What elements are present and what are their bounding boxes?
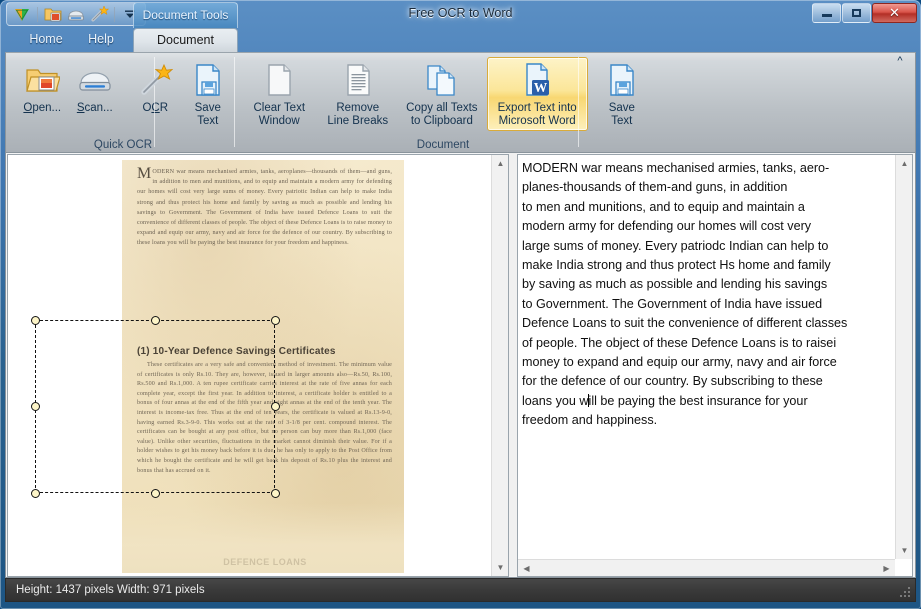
scan-button-label: Scan... bbox=[70, 102, 121, 115]
ocr-text-content[interactable]: MODERN war means mechanised armies, tank… bbox=[522, 159, 894, 558]
text-scroll-left-arrow[interactable]: ◀ bbox=[518, 560, 535, 577]
ocr-text-output[interactable]: MODERN war means mechanised armies, tank… bbox=[517, 154, 913, 577]
selection-handle-bottom-center[interactable] bbox=[151, 489, 160, 498]
image-scroll-down-arrow[interactable]: ▼ bbox=[492, 559, 509, 576]
ocr-button-label: OCR bbox=[130, 102, 181, 115]
selection-handle-top-left[interactable] bbox=[31, 316, 40, 325]
ocr-button[interactable]: OCR bbox=[129, 57, 182, 129]
selection-handle-middle-left[interactable] bbox=[31, 402, 40, 411]
collapse-ribbon-icon[interactable]: ^ bbox=[891, 54, 909, 70]
text-scroll-down-arrow[interactable]: ▼ bbox=[896, 542, 913, 559]
remove-line-breaks-button[interactable]: RemoveLine Breaks bbox=[319, 57, 398, 129]
copy-pages-icon bbox=[424, 62, 460, 98]
scanned-document-preview[interactable]: MODERN war means mechanised armies, tank… bbox=[7, 154, 509, 577]
ribbon-group-label-quick-ocr: Quick OCR bbox=[12, 139, 234, 151]
group-divider-main bbox=[234, 57, 235, 147]
save-text-button-2[interactable]: SaveText bbox=[596, 57, 648, 129]
word-export-icon: W bbox=[519, 62, 555, 98]
maximize-button[interactable] bbox=[842, 3, 871, 23]
minimize-button[interactable] bbox=[812, 3, 841, 23]
selection-handle-middle-right[interactable] bbox=[271, 402, 280, 411]
ribbon-group-quick-ocr: Open... Scan... bbox=[12, 53, 234, 153]
text-horizontal-scrollbar[interactable]: ◀ ▶ bbox=[518, 559, 895, 576]
scanned-page[interactable]: MODERN war means mechanised armies, tank… bbox=[122, 160, 404, 573]
export-to-word-label: Export Text intoMicrosoft Word bbox=[488, 102, 587, 128]
selection-handle-bottom-left[interactable] bbox=[31, 489, 40, 498]
image-vertical-scrollbar[interactable]: ▲ ▼ bbox=[491, 155, 508, 576]
text-vertical-scrollbar[interactable]: ▲ ▼ bbox=[895, 155, 912, 559]
text-scroll-right-arrow[interactable]: ▶ bbox=[878, 560, 895, 577]
title-bar: Document Tools Free OCR to Word ✕ bbox=[0, 0, 921, 28]
maximize-icon bbox=[852, 9, 861, 17]
open-button[interactable]: Open... bbox=[16, 57, 69, 129]
selection-handle-top-right[interactable] bbox=[271, 316, 280, 325]
scan-paragraph-top: MODERN war means mechanised armies, tank… bbox=[137, 167, 392, 249]
selection-handle-top-center[interactable] bbox=[151, 316, 160, 325]
save-text-button-label: SaveText bbox=[183, 102, 234, 128]
magic-wand-icon bbox=[137, 62, 173, 98]
copy-all-texts-label: Copy all Textsto Clipboard bbox=[398, 102, 486, 128]
status-bar: Height: 1437 pixels Width: 971 pixels bbox=[5, 578, 916, 602]
ocr-text-before-caret: MODERN war means mechanised armies, tank… bbox=[522, 161, 847, 408]
close-icon: ✕ bbox=[889, 7, 900, 20]
scan-paragraph-bottom: These certificates are a very safe and c… bbox=[137, 361, 392, 476]
clear-text-window-label: Clear TextWindow bbox=[241, 102, 318, 128]
ribbon: ^ Open... bbox=[5, 52, 916, 153]
window-title: Free OCR to Word bbox=[0, 0, 921, 26]
save-text-button-2-label: SaveText bbox=[597, 102, 647, 128]
scan-dropcap: M bbox=[137, 167, 152, 180]
copy-all-texts-button[interactable]: Copy all Textsto Clipboard bbox=[397, 57, 487, 129]
save-document-icon bbox=[190, 62, 226, 98]
clear-text-window-button[interactable]: Clear TextWindow bbox=[240, 57, 319, 129]
blank-page-icon bbox=[261, 62, 297, 98]
ribbon-group-label-document: Document bbox=[238, 139, 648, 151]
tab-document[interactable]: Document bbox=[133, 28, 238, 52]
scan-heading: (1) 10-Year Defence Savings Certificates bbox=[137, 346, 392, 357]
minimize-icon bbox=[822, 14, 832, 17]
ribbon-tab-strip: Home Help Document bbox=[0, 28, 921, 52]
svg-text:W: W bbox=[534, 80, 548, 95]
panel-splitter[interactable] bbox=[509, 153, 517, 576]
scan-button[interactable]: Scan... bbox=[69, 57, 122, 129]
export-to-word-button[interactable]: W Export Text intoMicrosoft Word bbox=[487, 57, 588, 131]
close-button[interactable]: ✕ bbox=[872, 3, 917, 23]
group-divider-2 bbox=[578, 57, 579, 147]
tab-home[interactable]: Home bbox=[18, 28, 74, 52]
client-area: MODERN war means mechanised armies, tank… bbox=[5, 153, 916, 578]
resize-grip[interactable] bbox=[899, 586, 912, 599]
save-document-icon bbox=[604, 62, 640, 98]
lined-page-icon bbox=[340, 62, 376, 98]
window-controls: ✕ bbox=[812, 3, 917, 23]
remove-line-breaks-label: RemoveLine Breaks bbox=[320, 102, 397, 128]
scanner-icon bbox=[77, 62, 113, 98]
selection-handle-bottom-right[interactable] bbox=[271, 489, 280, 498]
image-scroll-up-arrow[interactable]: ▲ bbox=[492, 155, 509, 172]
open-button-label: Open... bbox=[17, 102, 68, 115]
status-bar-text: Height: 1437 pixels Width: 971 pixels bbox=[16, 584, 205, 596]
tab-help[interactable]: Help bbox=[78, 28, 124, 52]
ribbon-group-document: Clear TextWindow bbox=[238, 53, 648, 153]
scan-watermark: DEFENCE LOANS bbox=[142, 557, 388, 567]
application-window: Document Tools Free OCR to Word ✕ Home H… bbox=[0, 0, 921, 609]
text-scroll-up-arrow[interactable]: ▲ bbox=[896, 155, 913, 172]
open-folder-image-icon bbox=[24, 62, 60, 98]
save-text-button[interactable]: SaveText bbox=[182, 57, 235, 129]
